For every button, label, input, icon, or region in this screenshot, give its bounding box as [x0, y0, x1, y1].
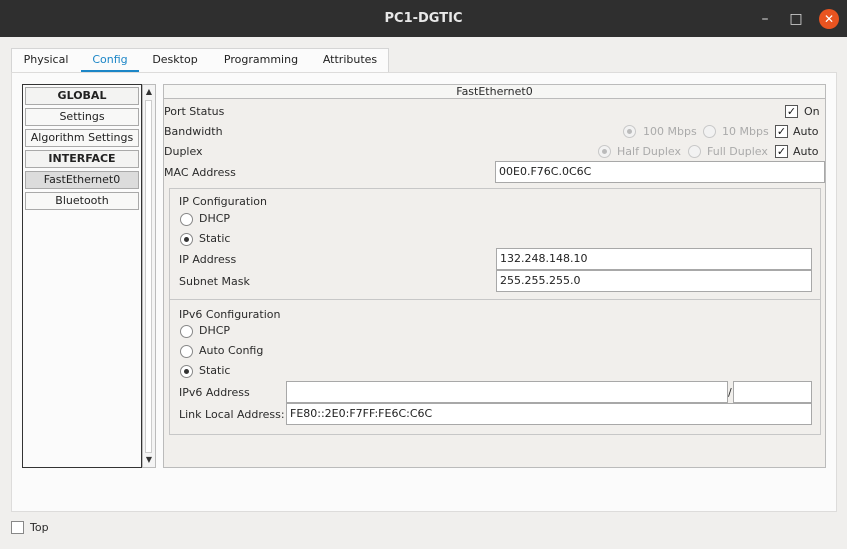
ipv6-dhcp-radio[interactable]	[180, 325, 193, 338]
ipv6-prefix-slash: /	[728, 386, 732, 399]
ip-dhcp-radio[interactable]	[180, 213, 193, 226]
ip-dhcp-label: DHCP	[199, 212, 231, 225]
ipv6-dhcp-label: DHCP	[199, 324, 231, 337]
interface-title: FastEthernet0	[164, 85, 825, 99]
ipv6-config-title: IPv6 Configuration	[179, 308, 281, 321]
duplex-half-label: Half Duplex	[617, 145, 682, 158]
sidebar-list: GLOBAL Settings Algorithm Settings INTER…	[22, 84, 142, 468]
subnet-mask-field[interactable]: 255.255.255.0	[496, 270, 812, 292]
interface-panel: FastEthernet0 Port Status ✓ On Bandwidth…	[163, 84, 826, 468]
duplex-auto-label: Auto	[793, 145, 819, 158]
ip-address-label: IP Address	[179, 253, 237, 266]
scroll-up-icon[interactable]: ▲	[143, 85, 155, 99]
tab-desktop[interactable]: Desktop	[141, 49, 209, 73]
sidebar-scrollbar[interactable]: ▲ ▼	[142, 84, 156, 468]
top-label: Top	[30, 521, 49, 534]
window-title: PC1-DGTIC	[384, 11, 463, 26]
link-local-field[interactable]: FE80::2E0:F7FF:FE6C:C6C	[286, 403, 812, 425]
sidebar-item-algorithm-settings[interactable]: Algorithm Settings	[25, 129, 139, 147]
bandwidth-10-label: 10 Mbps	[722, 125, 769, 138]
ip-static-radio[interactable]	[180, 233, 193, 246]
ipv6-prefix-field[interactable]	[733, 381, 812, 403]
sidebar-item-bluetooth[interactable]: Bluetooth	[25, 192, 139, 210]
duplex-full-radio[interactable]	[688, 145, 701, 158]
ip-config-group: IP Configuration DHCP Static IP Address …	[169, 188, 821, 300]
sidebar-item-fastethernet0[interactable]: FastEthernet0	[25, 171, 139, 189]
sidebar-item-settings[interactable]: Settings	[25, 108, 139, 126]
port-status-on-label: On	[804, 105, 820, 118]
ipv6-auto-config-radio[interactable]	[180, 345, 193, 358]
scroll-track[interactable]	[145, 100, 152, 453]
ipv6-static-radio[interactable]	[180, 365, 193, 378]
port-status-checkbox[interactable]: ✓	[785, 105, 798, 118]
bandwidth-10-radio[interactable]	[703, 125, 716, 138]
ip-config-title: IP Configuration	[179, 195, 267, 208]
ip-static-label: Static	[199, 232, 231, 245]
mac-address-field[interactable]: 00E0.F76C.0C6C	[495, 161, 825, 183]
duplex-full-label: Full Duplex	[707, 145, 768, 158]
tab-programming[interactable]: Programming	[211, 49, 311, 73]
duplex-auto-checkbox[interactable]: ✓	[775, 145, 788, 158]
tab-bar: Physical Config Desktop Programming Attr…	[11, 48, 389, 73]
sidebar-header-interface: INTERFACE	[25, 150, 139, 168]
tab-attributes[interactable]: Attributes	[312, 49, 388, 73]
tab-physical[interactable]: Physical	[12, 49, 80, 73]
port-status-label: Port Status	[164, 105, 225, 118]
duplex-half-radio[interactable]	[598, 145, 611, 158]
duplex-label: Duplex	[164, 145, 203, 158]
ipv6-address-field[interactable]	[286, 381, 728, 403]
top-checkbox[interactable]	[11, 521, 24, 534]
bandwidth-100-radio[interactable]	[623, 125, 636, 138]
close-button[interactable]: ✕	[819, 9, 839, 29]
minimize-button[interactable]: –	[755, 9, 775, 29]
scroll-down-icon[interactable]: ▼	[143, 453, 155, 467]
ipv6-auto-config-label: Auto Config	[199, 344, 264, 357]
title-bar: PC1-DGTIC – □ ✕	[0, 0, 847, 37]
bandwidth-label: Bandwidth	[164, 125, 223, 138]
bandwidth-100-label: 100 Mbps	[643, 125, 697, 138]
link-local-label: Link Local Address:	[179, 408, 285, 421]
ipv6-static-label: Static	[199, 364, 231, 377]
ipv6-config-group: IPv6 Configuration DHCP Auto Config Stat…	[169, 299, 821, 435]
maximize-button[interactable]: □	[786, 9, 806, 29]
ip-address-field[interactable]: 132.248.148.10	[496, 248, 812, 270]
sidebar-header-global: GLOBAL	[25, 87, 139, 105]
bandwidth-auto-label: Auto	[793, 125, 819, 138]
mac-address-label: MAC Address	[164, 166, 236, 179]
subnet-mask-label: Subnet Mask	[179, 275, 250, 288]
tab-config[interactable]: Config	[81, 49, 139, 73]
bandwidth-auto-checkbox[interactable]: ✓	[775, 125, 788, 138]
ipv6-address-label: IPv6 Address	[179, 386, 250, 399]
